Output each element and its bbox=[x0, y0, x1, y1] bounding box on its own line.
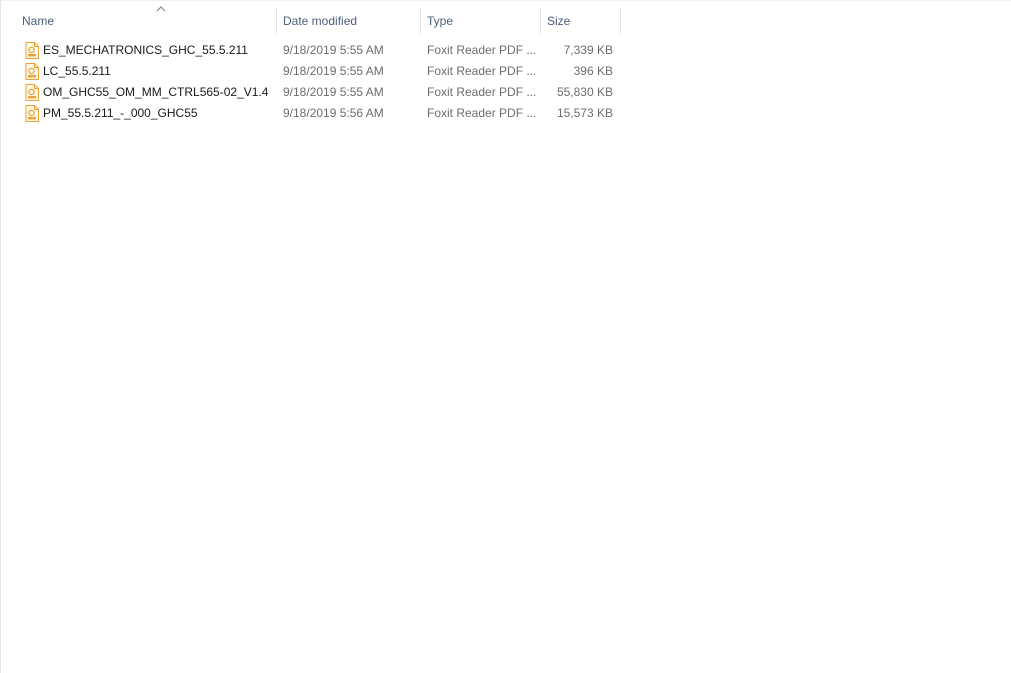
file-type: Foxit Reader PDF ... bbox=[427, 106, 537, 120]
file-name: PM_55.5.211_-_000_GHC55 bbox=[43, 106, 198, 120]
file-name: ES_MECHATRONICS_GHC_55.5.211 bbox=[43, 43, 248, 57]
file-size: 396 KB bbox=[573, 64, 613, 78]
file-date-modified: 9/18/2019 5:55 AM bbox=[283, 43, 384, 57]
file-type: Foxit Reader PDF ... bbox=[427, 43, 537, 57]
column-header-bar: Name Date modified Type Size bbox=[1, 1, 623, 41]
file-row[interactable]: LC_55.5.211 9/18/2019 5:55 AM Foxit Read… bbox=[1, 61, 623, 82]
file-row[interactable]: ES_MECHATRONICS_GHC_55.5.211 9/18/2019 5… bbox=[1, 40, 623, 61]
column-header-name-label: Name bbox=[22, 14, 55, 28]
file-rows: ES_MECHATRONICS_GHC_55.5.211 9/18/2019 5… bbox=[1, 40, 641, 124]
foxit-pdf-file-icon bbox=[25, 42, 39, 59]
file-row[interactable]: PM_55.5.211_-_000_GHC55 9/18/2019 5:56 A… bbox=[1, 103, 623, 124]
file-size: 7,339 KB bbox=[563, 43, 613, 57]
column-divider[interactable] bbox=[620, 9, 621, 35]
column-header-type-label: Type bbox=[427, 14, 454, 28]
column-header-type[interactable]: Type bbox=[421, 1, 541, 41]
file-row[interactable]: OM_GHC55_OM_MM_CTRL565-02_V1.4 9/18/2019… bbox=[1, 82, 623, 103]
file-name: LC_55.5.211 bbox=[43, 64, 111, 78]
foxit-pdf-file-icon bbox=[25, 105, 39, 122]
column-header-date-label: Date modified bbox=[283, 14, 358, 28]
file-type: Foxit Reader PDF ... bbox=[427, 85, 537, 99]
column-header-size-label: Size bbox=[547, 14, 571, 28]
file-date-modified: 9/18/2019 5:56 AM bbox=[283, 106, 384, 120]
file-date-modified: 9/18/2019 5:55 AM bbox=[283, 85, 384, 99]
file-name-cell: PM_55.5.211_-_000_GHC55 bbox=[23, 103, 273, 124]
column-header-name[interactable]: Name bbox=[16, 1, 277, 41]
file-size: 15,573 KB bbox=[556, 106, 613, 120]
file-list-view[interactable]: Name Date modified Type Size ES_MECHATRO… bbox=[0, 0, 1011, 673]
file-size: 55,830 KB bbox=[556, 85, 613, 99]
file-name-cell: ES_MECHATRONICS_GHC_55.5.211 bbox=[23, 40, 273, 61]
file-name-cell: LC_55.5.211 bbox=[23, 61, 273, 82]
column-header-size[interactable]: Size bbox=[541, 1, 621, 41]
file-name: OM_GHC55_OM_MM_CTRL565-02_V1.4 bbox=[43, 85, 269, 99]
file-date-modified: 9/18/2019 5:55 AM bbox=[283, 64, 384, 78]
file-type: Foxit Reader PDF ... bbox=[427, 64, 537, 78]
column-header-date-modified[interactable]: Date modified bbox=[277, 1, 421, 41]
foxit-pdf-file-icon bbox=[25, 84, 39, 101]
sort-ascending-icon bbox=[156, 6, 166, 12]
file-name-cell: OM_GHC55_OM_MM_CTRL565-02_V1.4 bbox=[23, 82, 273, 103]
foxit-pdf-file-icon bbox=[25, 63, 39, 80]
